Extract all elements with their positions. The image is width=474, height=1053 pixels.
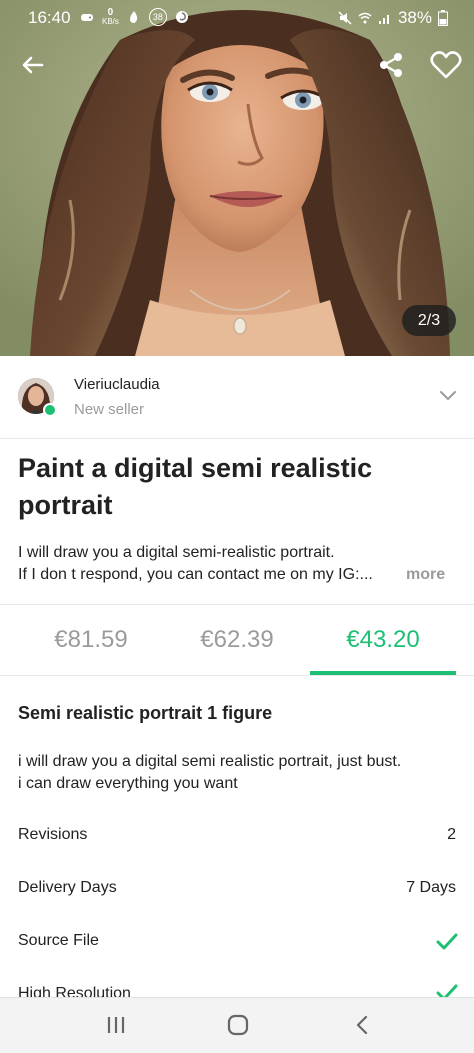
data-speed-indicator: 0 KB/s — [102, 7, 119, 27]
fire-icon — [129, 11, 138, 23]
wifi-icon — [358, 12, 372, 24]
gig-image-gallery[interactable]: 16:40 0 KB/s 38 38% 2/3 — [0, 0, 474, 356]
package-description-line2: i can draw everything you want — [18, 775, 238, 792]
tab-price-basic[interactable]: €43.20 — [310, 605, 456, 675]
feature-label-delivery-days: Delivery Days — [18, 879, 117, 896]
feature-value-delivery-days: 7 Days — [406, 879, 456, 896]
active-tab-indicator — [310, 671, 456, 675]
signal-icon — [378, 15, 389, 24]
seller-name[interactable]: Vieriuclaudia — [74, 376, 160, 393]
data-speed-value: 0 — [107, 7, 114, 18]
recent-apps-icon[interactable] — [103, 1014, 129, 1036]
read-more-link[interactable]: more — [406, 564, 445, 586]
back-chevron-icon[interactable] — [349, 1014, 375, 1036]
package-price-tabs: €81.59 €62.39 €43.20 — [0, 605, 474, 676]
feature-label-source-file: Source File — [18, 932, 99, 949]
share-icon[interactable] — [376, 50, 406, 80]
gig-description-line2: If I don t respond, you can contact me o… — [18, 566, 373, 583]
home-icon[interactable] — [225, 1014, 251, 1036]
seller-row[interactable]: Vieriuclaudia New seller — [0, 356, 474, 439]
check-icon — [436, 933, 458, 950]
system-navigation-bar — [0, 997, 474, 1053]
arrow-left-icon[interactable] — [18, 50, 48, 80]
gig-description-line1: I will draw you a digital semi-realistic… — [18, 544, 335, 561]
gig-title-line2: portrait — [18, 490, 113, 520]
package-title: Semi realistic portrait 1 figure — [18, 703, 273, 723]
tab-price-standard[interactable]: €62.39 — [164, 605, 310, 675]
image-counter-badge: 2/3 — [402, 305, 456, 336]
status-bar: 16:40 0 KB/s 38 38% — [0, 0, 474, 34]
status-time: 16:40 — [28, 8, 71, 27]
battery-icon — [438, 10, 448, 26]
gig-title: Paint a digital semi realistic portrait — [18, 450, 458, 524]
data-speed-unit: KB/s — [102, 17, 119, 26]
feature-value-revisions: 2 — [447, 826, 456, 843]
heart-outline-icon[interactable] — [430, 50, 462, 80]
notification-badge: 38 — [148, 8, 167, 26]
feature-label-revisions: Revisions — [18, 826, 88, 843]
spiral-app-icon — [175, 11, 188, 23]
status-left-icons: 0 KB/s 38 — [80, 8, 189, 26]
tab-price-premium[interactable]: €81.59 — [18, 605, 164, 675]
online-status-indicator — [43, 403, 57, 417]
seller-level: New seller — [74, 401, 145, 418]
gig-description: I will draw you a digital semi-realistic… — [18, 542, 458, 586]
status-right-icons: 38% — [338, 8, 448, 28]
package-description: i will draw you a digital semi realistic… — [18, 751, 458, 795]
game-controller-icon — [81, 14, 93, 21]
package-description-line1: i will draw you a digital semi realistic… — [18, 753, 402, 770]
mute-icon — [338, 11, 352, 25]
chevron-down-icon[interactable] — [438, 388, 458, 402]
gig-title-line1: Paint a digital semi realistic — [18, 453, 373, 483]
gig-page: 16:40 0 KB/s 38 38% 2/3 Vieriuclaudia Ne… — [0, 0, 474, 1053]
battery-percent: 38% — [397, 8, 432, 27]
